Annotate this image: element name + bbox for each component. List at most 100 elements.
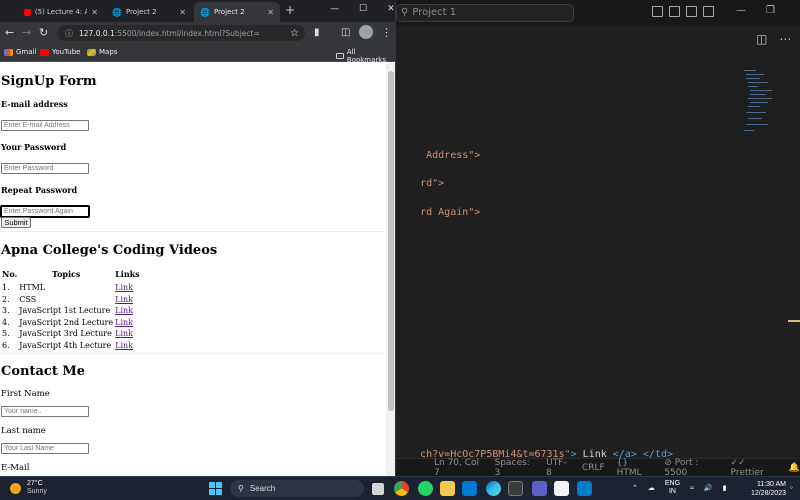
task-view-icon[interactable]: [372, 483, 384, 495]
tab-project-2[interactable]: 🌐 Project 2 ✕: [106, 2, 192, 22]
bookmark-maps[interactable]: Maps: [87, 48, 117, 56]
start-button[interactable]: [209, 482, 222, 495]
code-line[interactable]: rd Again">: [396, 196, 480, 229]
wifi-icon[interactable]: ≈: [690, 485, 694, 492]
first-name-field[interactable]: Your name..: [1, 406, 89, 417]
close-icon[interactable]: ✕: [91, 8, 98, 17]
windows-taskbar: 27°C Sunny ⚲ Search ⌃ ☁ ENG IN ≈ 🔊 ▮ 11:…: [0, 476, 800, 500]
block-icon: ⊘: [664, 457, 672, 468]
video-link[interactable]: Link: [115, 329, 133, 338]
minimap[interactable]: [740, 68, 774, 138]
maximize-icon[interactable]: ☐: [359, 4, 367, 14]
tab-label: Project 2: [125, 8, 157, 16]
table-row: 2. CSS Link: [2, 294, 142, 306]
avatar[interactable]: [359, 25, 373, 39]
mail-icon[interactable]: [462, 481, 477, 496]
video-link[interactable]: Link: [115, 306, 133, 315]
first-name-label: First Name: [1, 389, 50, 399]
file-explorer-icon[interactable]: [440, 481, 455, 496]
video-link[interactable]: Link: [115, 295, 133, 304]
toggle-sidebar-icon[interactable]: [652, 6, 663, 17]
cursor-position[interactable]: Ln 70, Col 7: [434, 458, 483, 478]
tab-project-2-active[interactable]: 🌐 Project 2 ✕: [194, 2, 280, 22]
scrollbar-thumb[interactable]: [388, 71, 394, 411]
language-mode[interactable]: {} HTML: [617, 458, 653, 478]
repeat-password-field[interactable]: Enter Password Again: [0, 205, 90, 218]
close-icon[interactable]: ✕: [179, 8, 186, 17]
language-code: ENG: [664, 480, 681, 487]
bookmark-star-icon[interactable]: ☆: [290, 28, 299, 39]
vscode-statusbar: Ln 70, Col 7 Spaces: 3 UTF-8 CRLF {} HTM…: [396, 458, 800, 478]
battery-icon[interactable]: ▮: [723, 484, 727, 492]
column-header: Links: [115, 269, 140, 279]
calculator-icon[interactable]: [508, 481, 523, 496]
video-link[interactable]: Link: [115, 341, 133, 350]
more-actions-icon[interactable]: ⋯: [779, 32, 791, 46]
cell-topic: JavaScript 1st Lecture: [19, 306, 111, 316]
search-icon: ⚲: [401, 7, 409, 18]
minimize-icon[interactable]: —: [736, 5, 746, 16]
volume-icon[interactable]: 🔊: [704, 484, 713, 492]
last-name-field[interactable]: Your Last Name: [1, 443, 89, 454]
date: 12/28/2023: [750, 490, 786, 497]
site-info-icon[interactable]: ⓘ: [65, 28, 73, 39]
minimize-icon[interactable]: —: [330, 4, 339, 14]
email-field[interactable]: Enter E-mail Address: [1, 120, 89, 131]
page-scrollbar[interactable]: [386, 63, 395, 476]
taskbar-search[interactable]: ⚲ Search: [230, 480, 364, 497]
forward-icon[interactable]: →: [22, 26, 31, 40]
cell-topic: HTML: [19, 283, 46, 293]
table-row: 5. JavaScript 3rd Lecture Link: [2, 328, 142, 340]
all-bookmarks[interactable]: All Bookmarks: [336, 48, 395, 64]
side-panel-icon[interactable]: ◫: [341, 26, 350, 40]
new-tab-button[interactable]: +: [283, 4, 297, 18]
notification-bell-icon[interactable]: ◦: [790, 483, 793, 492]
bookmark-youtube[interactable]: YouTube: [40, 48, 80, 56]
teams-icon[interactable]: [532, 481, 547, 496]
close-icon[interactable]: ✕: [387, 4, 395, 14]
customize-layout-icon[interactable]: [703, 6, 714, 17]
weather-widget[interactable]: 27°C Sunny: [10, 480, 47, 496]
menu-icon[interactable]: ⋮: [381, 26, 392, 40]
video-link[interactable]: Link: [115, 318, 133, 327]
toggle-panel-icon[interactable]: [669, 6, 680, 17]
check-icon: ✓✓: [730, 457, 746, 468]
bookmark-gmail[interactable]: Gmail: [4, 48, 36, 56]
indentation[interactable]: Spaces: 3: [495, 458, 535, 478]
videos-title: Apna College's Coding Videos: [1, 243, 218, 258]
signup-title: SignUp Form: [1, 74, 97, 89]
back-icon[interactable]: ←: [5, 26, 14, 40]
video-link[interactable]: Link: [115, 283, 133, 292]
chrome-app-icon[interactable]: [394, 481, 409, 496]
cell-link: Link: [115, 340, 142, 352]
password-field[interactable]: Enter Password: [1, 163, 89, 174]
language-indicator[interactable]: ENG IN: [665, 480, 680, 496]
end-of-line[interactable]: CRLF: [582, 463, 605, 473]
column-header: Topics: [52, 269, 81, 279]
vscode-command-search[interactable]: ⚲ Project 1: [396, 4, 574, 22]
onedrive-icon[interactable]: ☁: [648, 484, 655, 492]
table-row: 4. JavaScript 2nd Lecture Link: [2, 317, 142, 329]
bell-icon[interactable]: 🔔: [789, 463, 800, 473]
encoding[interactable]: UTF-8: [546, 458, 570, 478]
email-label: E-mail address: [1, 99, 68, 109]
edge-icon[interactable]: [486, 481, 501, 496]
submit-button[interactable]: Submit: [1, 217, 31, 228]
vscode-app-icon[interactable]: [577, 481, 592, 496]
live-server-port[interactable]: ⊘ Port : 5500: [664, 458, 718, 478]
last-name-placeholder: Your Last Name: [4, 445, 54, 452]
toggle-secondary-sidebar-icon[interactable]: [686, 6, 697, 17]
prettier-status[interactable]: ✓✓ Prettier: [731, 458, 777, 478]
extensions-icon[interactable]: ▮: [314, 26, 320, 40]
chevron-up-icon[interactable]: ⌃: [632, 484, 638, 492]
close-icon[interactable]: ✕: [267, 8, 274, 17]
tab-youtube-lecture[interactable]: (5) Lecture 4: Array ✕: [18, 2, 104, 22]
whatsapp-icon[interactable]: [418, 481, 433, 496]
restore-icon[interactable]: ❐: [766, 5, 775, 16]
address-bar[interactable]: ⓘ 127.0.0.1:5500/index.html/index.html?S…: [57, 25, 305, 41]
reload-icon[interactable]: ↻: [39, 26, 48, 40]
notion-icon[interactable]: [554, 481, 569, 496]
clock[interactable]: 11:30 AM 12/28/2023: [742, 480, 786, 498]
split-editor-icon[interactable]: ◫: [756, 32, 767, 46]
url-path: :5500/index.html/index.html?Subject=: [114, 28, 260, 38]
